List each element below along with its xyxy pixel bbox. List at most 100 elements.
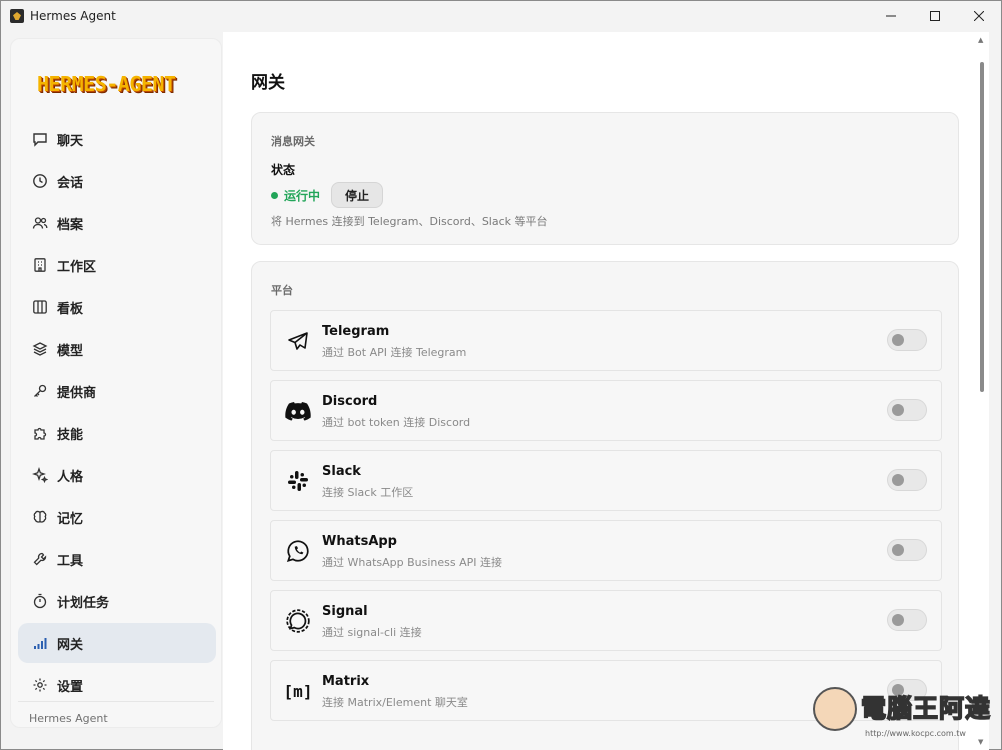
- sidebar-item-label: 聊天: [57, 133, 84, 149]
- sidebar-item-label: 技能: [57, 427, 84, 443]
- platform-description: 通过 bot token 连接 Discord: [322, 416, 471, 429]
- sidebar-item-providers[interactable]: 提供商: [18, 371, 216, 411]
- watermark-text: 電腦王阿達: [860, 693, 992, 724]
- sidebar-item-workspace[interactable]: 工作区: [18, 245, 216, 285]
- sidebar-item-label: 工具: [57, 553, 84, 569]
- scrollbar-thumb[interactable]: [980, 62, 984, 392]
- window-controls: [869, 1, 1001, 31]
- signal-app-icon: [285, 608, 311, 634]
- discord-toggle[interactable]: [887, 399, 927, 421]
- platform-description: 通过 WhatsApp Business API 连接: [322, 556, 503, 569]
- platform-description: 通过 Bot API 连接 Telegram: [322, 346, 467, 359]
- watermark-url: http://www.kocpc.com.tw: [865, 729, 966, 738]
- brain-icon: [32, 509, 48, 525]
- sidebar-item-models[interactable]: 模型: [18, 329, 216, 369]
- sidebar-item-label: 模型: [57, 343, 84, 359]
- sidebar-divider: [18, 701, 214, 702]
- sidebar-item-gateway[interactable]: 网关: [18, 623, 216, 663]
- platform-telegram: Telegram 通过 Bot API 连接 Telegram: [270, 310, 942, 371]
- timer-icon: [32, 593, 48, 609]
- puzzle-icon: [32, 425, 48, 441]
- sidebar-item-profiles[interactable]: 档案: [18, 203, 216, 243]
- window-title: Hermes Agent: [30, 9, 116, 23]
- whatsapp-toggle[interactable]: [887, 539, 927, 561]
- signal-toggle[interactable]: [887, 609, 927, 631]
- page-title: 网关: [251, 73, 285, 93]
- app-logo-icon: [10, 9, 24, 23]
- sidebar-item-scheduled-tasks[interactable]: 计划任务: [18, 581, 216, 621]
- platform-description: 通过 signal-cli 连接: [322, 626, 422, 639]
- platform-name: Telegram: [322, 324, 390, 339]
- wrench-icon: [32, 551, 48, 567]
- platform-whatsapp: WhatsApp 通过 WhatsApp Business API 连接: [270, 520, 942, 581]
- main-content: 网关 消息网关 状态 运行中 停止 将 Hermes 连接到 Telegram、…: [223, 32, 989, 750]
- discord-icon: [285, 398, 311, 424]
- signal-icon: [32, 635, 48, 651]
- watermark: 電腦王阿達 http://www.kocpc.com.tw: [813, 687, 993, 745]
- stop-button[interactable]: 停止: [331, 182, 384, 208]
- app-window: Hermes Agent HERMES-AGENT 聊天 会话 档案 工作区 看…: [0, 0, 1002, 750]
- whatsapp-icon: [285, 538, 311, 564]
- slack-icon: [285, 468, 311, 494]
- hermes-agent-logo: HERMES-AGENT: [37, 72, 176, 96]
- maximize-icon: [930, 11, 940, 21]
- slack-toggle[interactable]: [887, 469, 927, 491]
- platform-description: 连接 Matrix/Element 聊天室: [322, 696, 468, 709]
- minimize-icon: [886, 15, 896, 17]
- gateway-card: 消息网关 状态 运行中 停止 将 Hermes 连接到 Telegram、Dis…: [251, 112, 959, 245]
- title-bar: Hermes Agent: [1, 1, 1001, 31]
- sidebar-item-sessions[interactable]: 会话: [18, 161, 216, 201]
- status-label: 状态: [271, 163, 296, 177]
- board-icon: [32, 299, 48, 315]
- minimize-button[interactable]: [869, 1, 913, 31]
- key-icon: [32, 383, 48, 399]
- sidebar-item-label: 人格: [57, 469, 84, 485]
- telegram-icon: [285, 328, 311, 354]
- sidebar: HERMES-AGENT 聊天 会话 档案 工作区 看板 模型 提供商 技能 人…: [10, 38, 222, 728]
- sidebar-item-label: 计划任务: [57, 595, 110, 611]
- sidebar-item-persona[interactable]: 人格: [18, 455, 216, 495]
- sidebar-footer: Hermes Agent: [29, 712, 108, 725]
- platform-slack: Slack 连接 Slack 工作区: [270, 450, 942, 511]
- sidebar-item-skills[interactable]: 技能: [18, 413, 216, 453]
- platform-discord: Discord 通过 bot token 连接 Discord: [270, 380, 942, 441]
- chat-icon: [32, 131, 48, 147]
- platform-name: Discord: [322, 394, 378, 409]
- sidebar-item-label: 看板: [57, 301, 84, 317]
- close-icon: [974, 11, 984, 21]
- sidebar-item-tools[interactable]: 工具: [18, 539, 216, 579]
- platform-name: WhatsApp: [322, 534, 397, 549]
- clock-icon: [32, 173, 48, 189]
- gateway-description: 将 Hermes 连接到 Telegram、Discord、Slack 等平台: [271, 215, 548, 228]
- gear-icon: [32, 677, 48, 693]
- sidebar-item-settings[interactable]: 设置: [18, 665, 216, 705]
- sidebar-item-memory[interactable]: 记忆: [18, 497, 216, 537]
- platform-name: Signal: [322, 604, 368, 619]
- sidebar-item-label: 网关: [57, 637, 84, 653]
- sidebar-item-chat[interactable]: 聊天: [18, 119, 216, 159]
- users-icon: [32, 215, 48, 231]
- sidebar-item-board[interactable]: 看板: [18, 287, 216, 327]
- sidebar-item-label: 记忆: [57, 511, 84, 527]
- platform-signal: Signal 通过 signal-cli 连接: [270, 590, 942, 651]
- sidebar-item-label: 设置: [57, 679, 84, 695]
- sidebar-item-label: 档案: [57, 217, 84, 233]
- matrix-icon: [m]: [283, 681, 313, 701]
- platform-name: Slack: [322, 464, 361, 479]
- status-dot-icon: [271, 191, 278, 199]
- maximize-button[interactable]: [913, 1, 957, 31]
- watermark-mascot-icon: [813, 687, 857, 731]
- platforms-card: 平台 Telegram 通过 Bot API 连接 Telegram Disco…: [251, 261, 959, 750]
- main-scrollbar[interactable]: ▲ ▼: [975, 32, 989, 750]
- status-value: 运行中: [284, 188, 321, 203]
- telegram-toggle[interactable]: [887, 329, 927, 351]
- platform-description: 连接 Slack 工作区: [322, 486, 414, 499]
- close-button[interactable]: [957, 1, 1001, 31]
- scroll-up-arrow-icon[interactable]: ▲: [978, 36, 983, 44]
- sidebar-nav: 聊天 会话 档案 工作区 看板 模型 提供商 技能 人格 记忆 工具 计划任务 …: [18, 119, 216, 707]
- platform-list: Telegram 通过 Bot API 连接 Telegram Discord …: [270, 310, 942, 730]
- sparkles-icon: [32, 467, 48, 483]
- status-row: 运行中 停止: [271, 182, 384, 208]
- layers-icon: [32, 341, 48, 357]
- sidebar-item-label: 提供商: [57, 385, 97, 401]
